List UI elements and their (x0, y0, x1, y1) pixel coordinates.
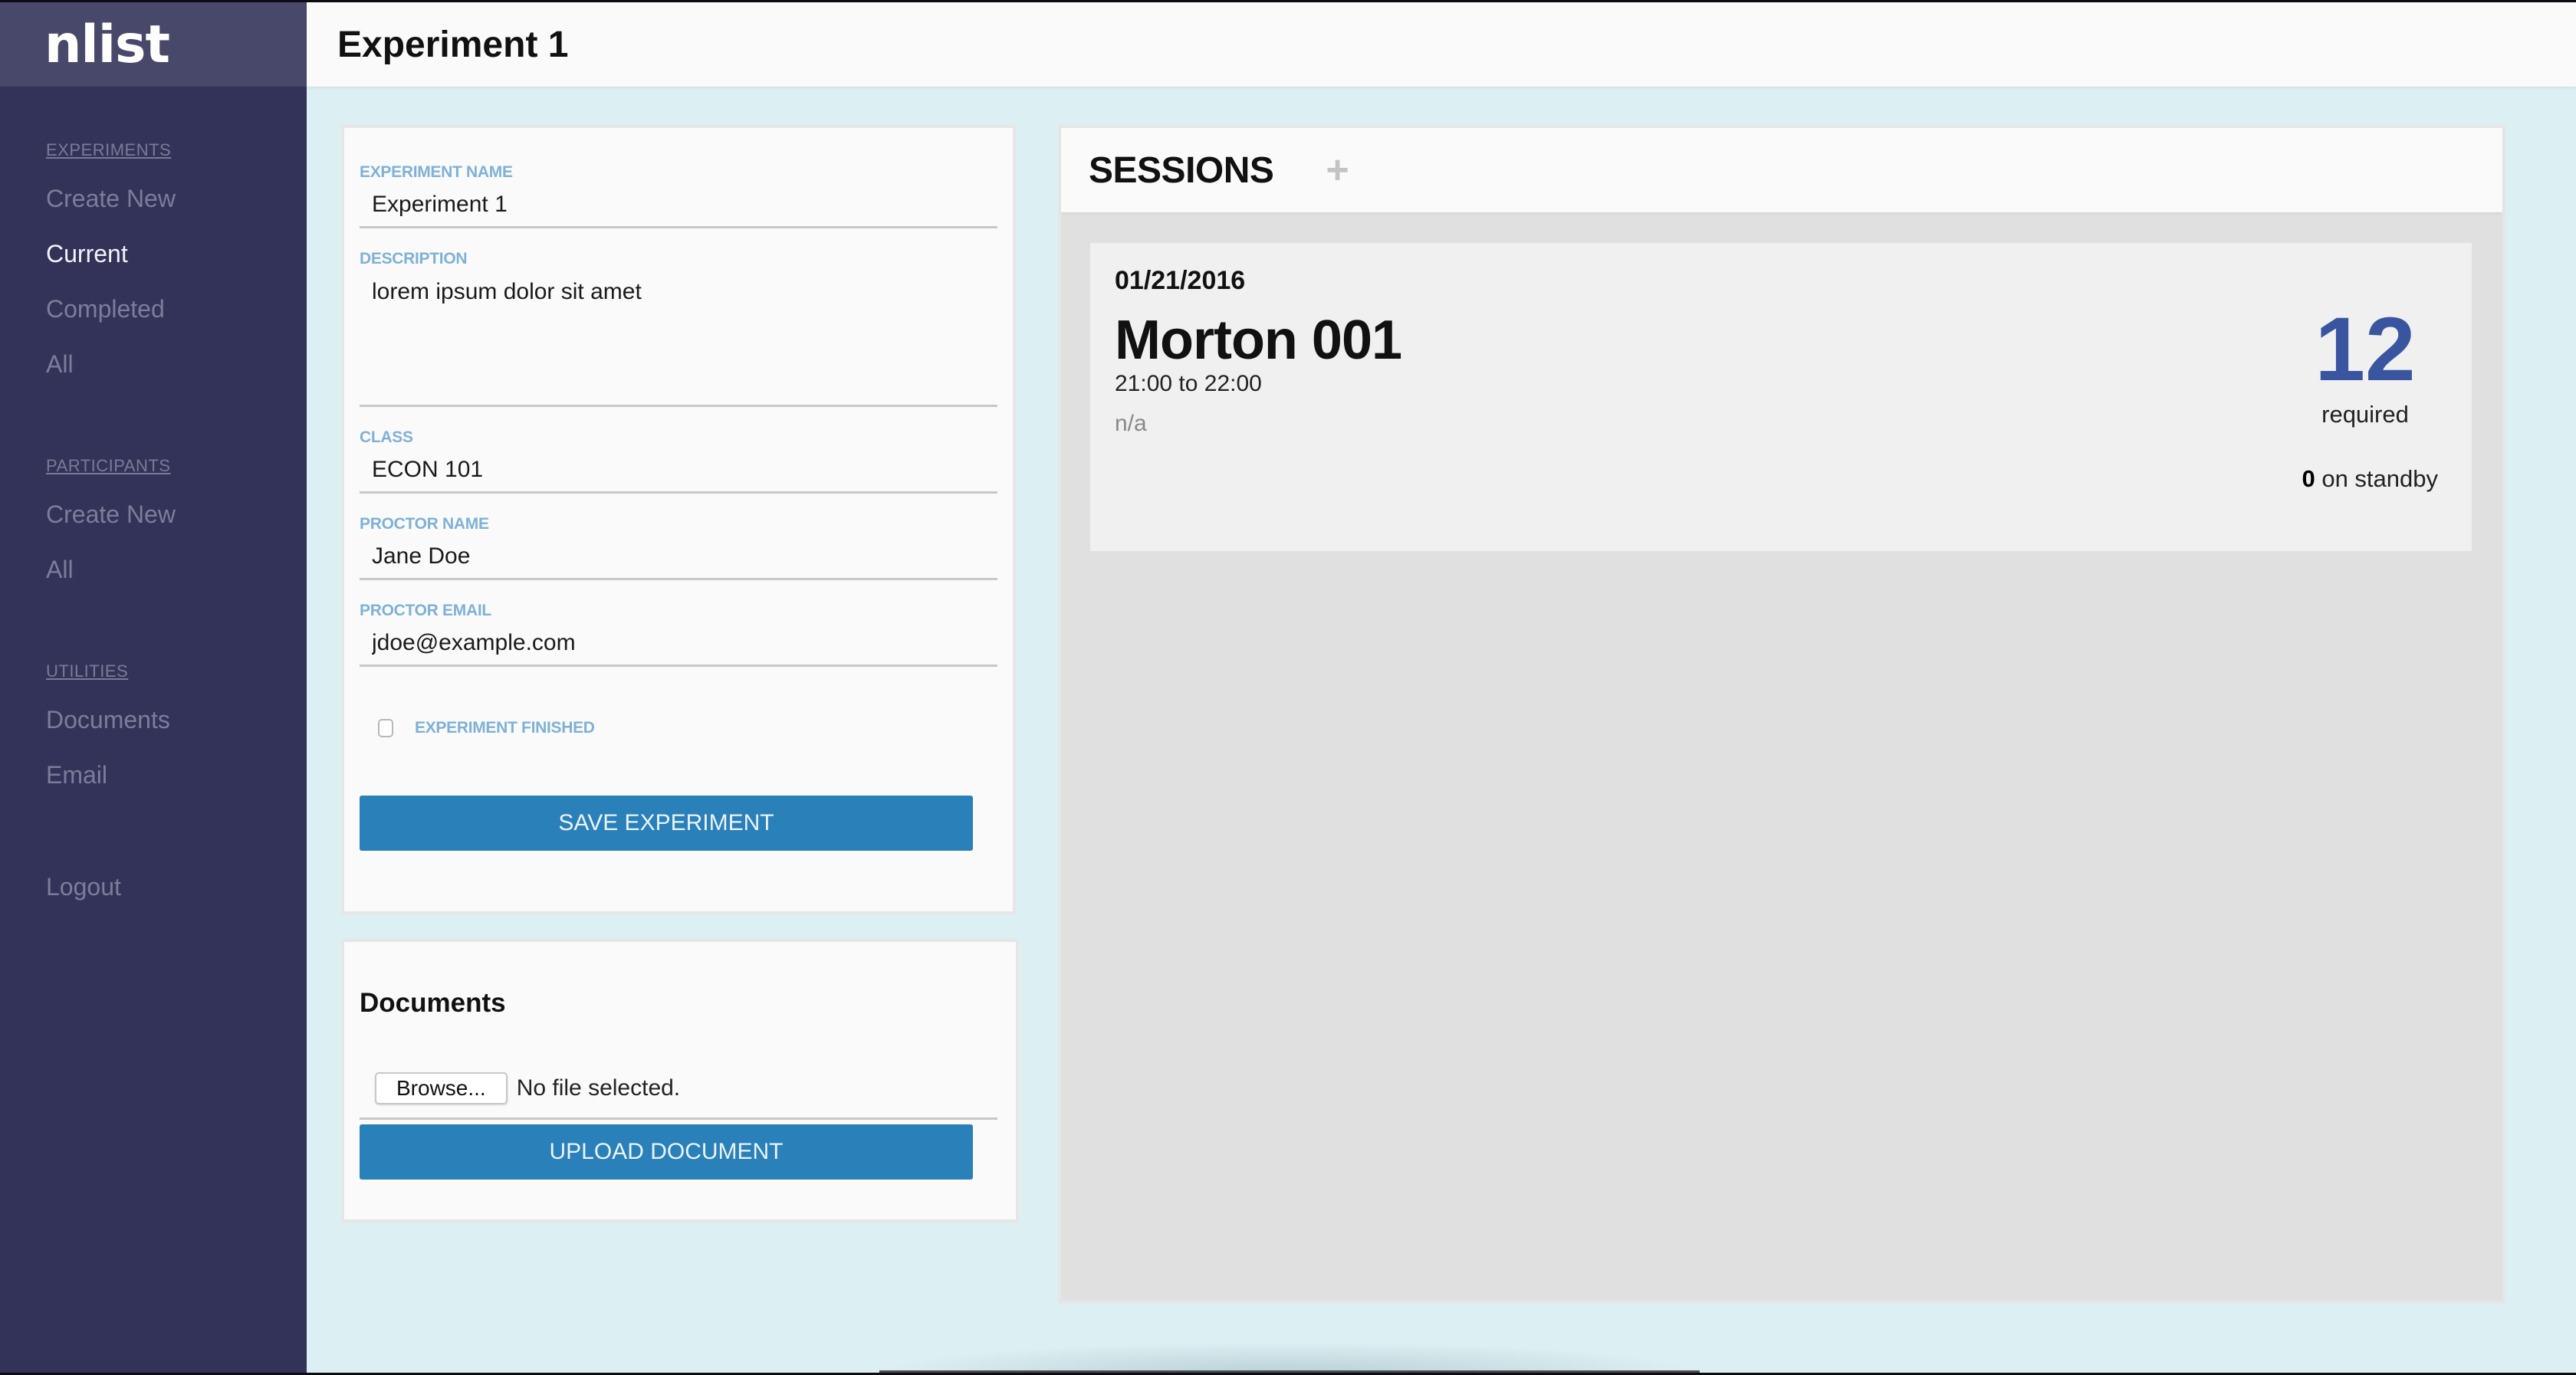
standby-count: 0 (2302, 465, 2315, 492)
sessions-header: SESSIONS + (1061, 128, 2502, 212)
nav-section-participants: PARTICIPANTS Create New All (0, 456, 176, 608)
nav-utilities-email[interactable]: Email (46, 758, 170, 813)
documents-card: Documents Browse... No file selected. UP… (341, 939, 1019, 1222)
browse-button[interactable]: Browse... (375, 1071, 508, 1104)
bottom-shadow (874, 1342, 1702, 1373)
class-label: CLASS (360, 428, 413, 446)
standby-stats: 0 on standby (2302, 465, 2438, 493)
experiment-name-input[interactable] (360, 183, 997, 226)
nav-experiments-create-new[interactable]: Create New (46, 182, 176, 237)
experiment-name-field: EXPERIMENT NAME (360, 162, 997, 228)
bottom-bar (879, 1370, 1700, 1373)
sidebar: nlist EXPERIMENTS Create New Current Com… (0, 2, 307, 1373)
proctor-email-input[interactable] (360, 622, 997, 665)
page-header: Experiment 1 (307, 2, 2576, 87)
app-logo[interactable]: nlist (44, 15, 170, 75)
nav-participants-all[interactable]: All (46, 553, 176, 608)
class-input[interactable] (360, 448, 997, 491)
description-label: DESCRIPTION (360, 250, 468, 267)
page-title: Experiment 1 (337, 24, 569, 65)
proctor-email-field: PROCTOR EMAIL (360, 600, 997, 667)
session-card[interactable]: 01/21/2016 Morton 001 21:00 to 22:00 n/a… (1090, 243, 2472, 551)
nav-section-experiments: EXPERIMENTS Create New Current Completed… (0, 140, 176, 402)
nav-heading-experiments[interactable]: EXPERIMENTS (46, 140, 171, 160)
proctor-name-field: PROCTOR NAME (360, 514, 997, 580)
nav-participants-create-new[interactable]: Create New (46, 497, 176, 553)
experiment-name-label: EXPERIMENT NAME (360, 163, 513, 181)
session-location: Morton 001 (1115, 310, 1402, 371)
required-count: 12 (2315, 299, 2416, 400)
experiment-form-card: EXPERIMENT NAME DESCRIPTION lorem ipsum … (341, 125, 1016, 914)
session-time: 21:00 to 22:00 (1115, 371, 1262, 396)
app-root: nlist EXPERIMENTS Create New Current Com… (0, 2, 2576, 1373)
file-input: Browse... No file selected. (360, 1058, 997, 1120)
experiment-finished-row: EXPERIMENT FINISHED (360, 714, 997, 742)
file-status: No file selected. (516, 1075, 681, 1101)
nav-experiments-current[interactable]: Current (46, 237, 176, 292)
sessions-title: SESSIONS (1089, 149, 1274, 191)
session-required-stats: 12 required (2292, 304, 2438, 428)
plus-icon[interactable]: + (1326, 150, 1349, 190)
session-note: n/a (1115, 411, 1147, 436)
class-field: CLASS (360, 427, 997, 494)
nav-experiments-all[interactable]: All (46, 347, 176, 402)
save-experiment-button[interactable]: SAVE EXPERIMENT (360, 796, 973, 851)
proctor-email-label: PROCTOR EMAIL (360, 602, 491, 619)
nav-utilities-documents[interactable]: Documents (46, 703, 170, 758)
upload-document-button[interactable]: UPLOAD DOCUMENT (360, 1124, 973, 1180)
nav-heading-participants[interactable]: PARTICIPANTS (46, 456, 170, 476)
proctor-name-input[interactable] (360, 535, 997, 578)
description-textarea[interactable]: lorem ipsum dolor sit amet (360, 270, 997, 405)
standby-label: on standby (2321, 465, 2438, 492)
logo-area: nlist (0, 2, 307, 87)
experiment-finished-checkbox[interactable] (378, 719, 393, 737)
experiment-finished-label[interactable]: EXPERIMENT FINISHED (415, 719, 595, 737)
nav-heading-utilities[interactable]: UTILITIES (46, 661, 128, 681)
sessions-panel: SESSIONS + 01/21/2016 Morton 001 21:00 t… (1058, 125, 2505, 1304)
documents-title: Documents (360, 988, 506, 1018)
logout-link[interactable]: Logout (46, 870, 121, 904)
nav-section-utilities: UTILITIES Documents Email (0, 661, 170, 813)
required-label: required (2321, 401, 2409, 428)
session-date: 01/21/2016 (1115, 266, 1246, 295)
proctor-name-label: PROCTOR NAME (360, 515, 489, 533)
nav-experiments-completed[interactable]: Completed (46, 292, 176, 347)
description-field: DESCRIPTION lorem ipsum dolor sit amet (360, 248, 997, 407)
